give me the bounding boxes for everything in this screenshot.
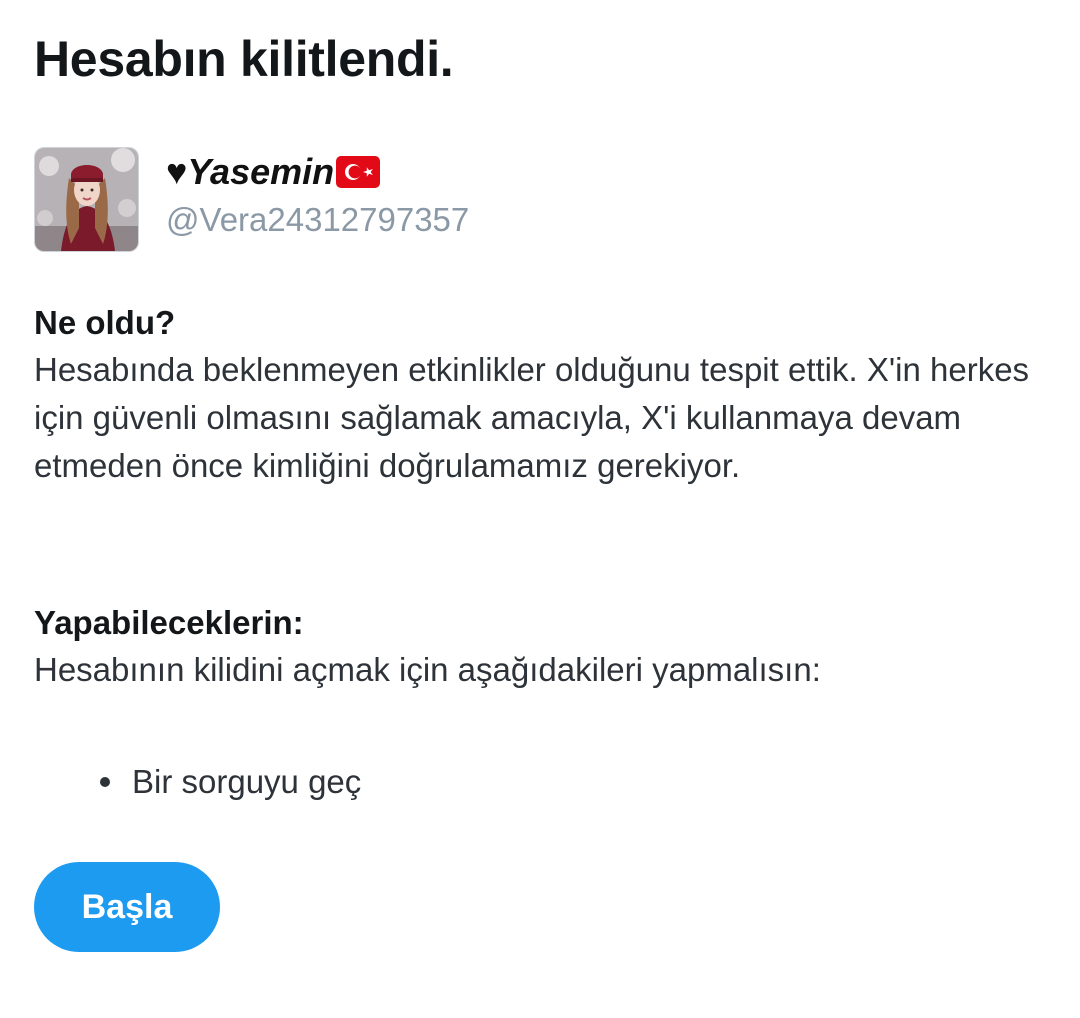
what-happened-heading: Ne oldu? xyxy=(34,304,176,341)
steps-list: Bir sorguyu geç xyxy=(100,756,361,808)
what-happened-text: Hesabında beklenmeyen etkinlikler olduğu… xyxy=(34,351,1030,484)
username-handle: @Vera24312797357 xyxy=(166,201,470,238)
what-you-can-do-section: Yapabileceklerin: Hesabının kilidini açm… xyxy=(34,600,1044,694)
what-happened-section: Ne oldu? Hesabında beklenmeyen etkinlikl… xyxy=(34,300,1044,490)
profile-card: ♥Yasemin @Vera24312797357 xyxy=(34,147,734,253)
list-item: Bir sorguyu geç xyxy=(100,756,361,808)
display-name-text: ♥Yasemin xyxy=(166,151,335,192)
page-title: Hesabın kilitlendi. xyxy=(34,31,454,87)
step-text: Bir sorguyu geç xyxy=(132,763,362,800)
start-button[interactable]: Başla xyxy=(34,862,220,952)
turkey-flag-icon xyxy=(336,156,381,188)
avatar xyxy=(34,147,139,252)
what-you-can-do-text: Hesabının kilidini açmak için aşağıdakil… xyxy=(34,651,821,688)
what-you-can-do-heading: Yapabileceklerin: xyxy=(34,604,304,641)
display-name: ♥Yasemin xyxy=(166,151,381,193)
bullet-icon xyxy=(100,777,110,787)
